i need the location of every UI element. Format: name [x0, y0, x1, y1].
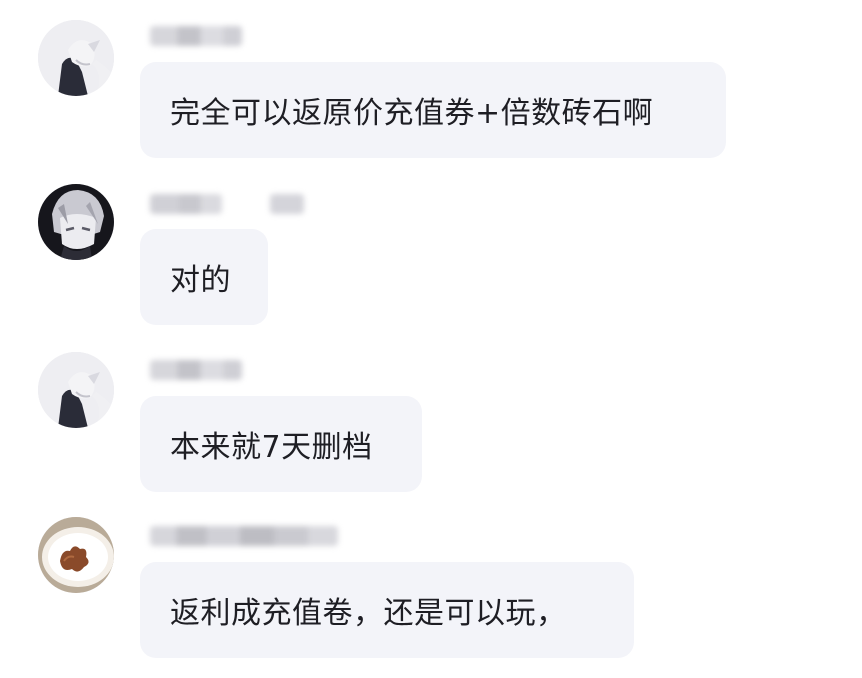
message-bubble[interactable]: 本来就7天删档: [140, 396, 422, 492]
message-bubble[interactable]: 完全可以返原价充值券+倍数砖石啊: [140, 62, 726, 158]
message-bubble[interactable]: 返利成充值卷，还是可以玩，: [140, 562, 634, 658]
sender-name-redacted: [150, 26, 242, 46]
sender-name-redacted: [150, 194, 222, 214]
avatar-icon: [38, 184, 114, 260]
sender-name-redacted: [150, 360, 242, 380]
chat-message-list: 完全可以返原价充值券+倍数砖石啊 对的 本来就7天删档 返利成充值卷，还是可以玩…: [0, 0, 862, 678]
user-avatar[interactable]: [38, 517, 114, 593]
sender-badge-redacted: [270, 194, 304, 214]
avatar-icon: [38, 517, 114, 593]
avatar-icon: [38, 20, 114, 96]
user-avatar[interactable]: [38, 184, 114, 260]
message-text: 本来就7天删档: [170, 430, 373, 465]
message-text: 完全可以返原价充值券+倍数砖石啊: [170, 96, 654, 131]
sender-name-redacted: [150, 526, 338, 546]
avatar-icon: [38, 352, 114, 428]
user-avatar[interactable]: [38, 20, 114, 96]
message-text: 返利成充值卷，还是可以玩，: [170, 596, 567, 631]
message-text: 对的: [170, 263, 231, 298]
user-avatar[interactable]: [38, 352, 114, 428]
message-bubble[interactable]: 对的: [140, 229, 268, 325]
